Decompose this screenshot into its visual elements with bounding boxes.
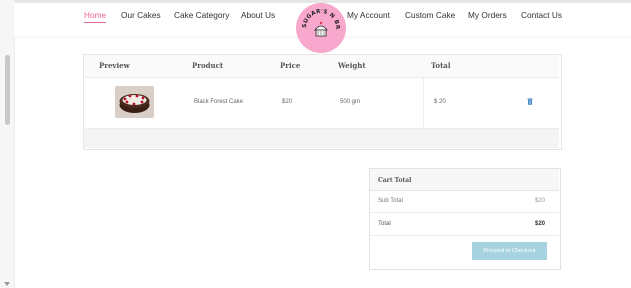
nav-home[interactable]: Home — [84, 10, 107, 23]
cart-item-total: $ 20 — [434, 99, 446, 105]
totals-divider — [370, 212, 559, 213]
nav-our-cakes[interactable]: Our Cakes — [121, 10, 161, 20]
column-divider — [423, 77, 424, 128]
page-scrollbar[interactable] — [0, 0, 15, 288]
cart-item-product: Black Forest Cake — [194, 99, 244, 105]
nav-my-account[interactable]: My Account — [347, 10, 390, 20]
sub-total-label: Sub Total — [378, 198, 403, 204]
nav-cake-category[interactable]: Cake Category — [174, 10, 229, 20]
nav-my-orders[interactable]: My Orders — [468, 10, 507, 20]
column-header-price: Price — [280, 61, 301, 70]
nav-custom-cake[interactable]: Custom Cake — [405, 10, 455, 20]
cake-image — [115, 86, 154, 118]
column-header-total: Total — [431, 61, 451, 70]
scroll-down-arrow-icon[interactable] — [4, 282, 10, 286]
cart-table-header-row — [84, 55, 559, 78]
totals-divider — [370, 235, 559, 236]
scrollbar-thumb[interactable] — [5, 55, 10, 125]
total-label: Total — [378, 221, 391, 227]
cart-table-footer-row — [84, 128, 559, 148]
column-header-product: Product — [192, 61, 224, 70]
total-value: $20 — [534, 221, 545, 227]
cart-totals-title: Cart Total — [378, 177, 412, 184]
brand-logo-mark: SUGAR'S N BROWNIES — [296, 3, 345, 52]
sub-total-value: $20 — [534, 198, 545, 204]
column-header-weight: Weight — [338, 61, 366, 70]
brand-logo[interactable]: SUGAR'S N BROWNIES — [296, 3, 346, 53]
column-header-preview: Preview — [99, 61, 130, 70]
cart-item-price: $20 — [282, 99, 293, 105]
nav-contact-us[interactable]: Contact Us — [521, 10, 562, 20]
trash-icon[interactable] — [527, 98, 533, 105]
proceed-to-checkout-button[interactable]: Proceed to Checkout — [472, 242, 547, 260]
nav-about-us[interactable]: About Us — [241, 10, 275, 20]
cart-item-weight: 500 gm — [340, 99, 361, 105]
